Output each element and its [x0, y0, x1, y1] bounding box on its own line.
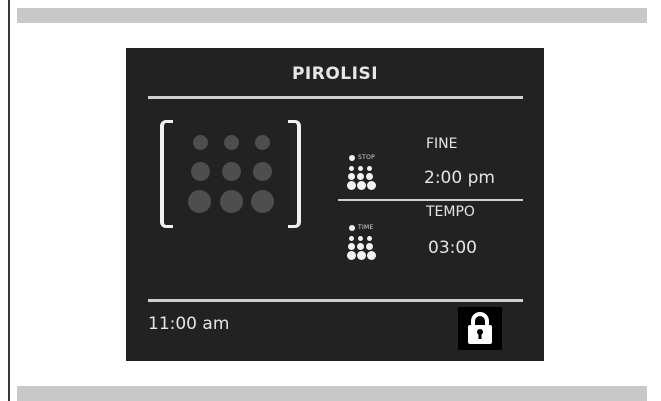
indicator-dot	[349, 155, 355, 161]
time-dot	[367, 236, 372, 241]
time-dot	[348, 243, 355, 250]
top-frame-bar	[17, 8, 647, 23]
left-frame-line	[8, 0, 10, 401]
program-dot	[251, 190, 274, 213]
time-dot	[367, 251, 376, 260]
stop-dot	[357, 173, 364, 180]
program-dot	[191, 162, 210, 181]
stop-dot	[366, 173, 373, 180]
title-divider	[148, 96, 523, 99]
stop-indicator-label: STOP	[358, 154, 376, 161]
program-dot	[253, 162, 272, 181]
padlock-icon[interactable]	[458, 307, 502, 350]
stop-dot	[358, 166, 363, 171]
end-time-value[interactable]: 2:00 pm	[424, 168, 495, 188]
program-dot	[255, 135, 270, 150]
time-dot	[357, 243, 364, 250]
program-dot	[220, 190, 243, 213]
time-dot	[357, 251, 366, 260]
stop-dot	[357, 181, 366, 190]
oven-display-panel: PIROLISI STOP FINE 2:00 pm TIME TEMPO 03…	[126, 48, 544, 361]
program-dot	[193, 135, 208, 150]
left-bracket	[160, 120, 173, 228]
stop-dot	[347, 181, 356, 190]
footer-divider	[148, 299, 523, 302]
stop-dot	[367, 181, 376, 190]
duration-value[interactable]: 03:00	[428, 238, 477, 258]
time-dot	[358, 236, 363, 241]
duration-icon[interactable]: TIME	[346, 222, 386, 262]
program-title: PIROLISI	[291, 64, 379, 84]
padlock-glyph	[468, 312, 492, 344]
time-dot	[349, 236, 354, 241]
stop-time-icon[interactable]: STOP	[346, 152, 386, 192]
program-dot	[188, 190, 211, 213]
bottom-frame-bar	[17, 386, 647, 401]
time-indicator-label: TIME	[358, 224, 374, 231]
current-time: 11:00 am	[148, 314, 230, 334]
stop-dot	[367, 166, 372, 171]
time-dot	[347, 251, 356, 260]
end-time-label: FINE	[426, 136, 458, 152]
program-dot	[224, 135, 239, 150]
indicator-dot	[349, 225, 355, 231]
program-dot	[222, 162, 241, 181]
right-bracket	[288, 120, 301, 228]
duration-label: TEMPO	[426, 204, 475, 220]
stop-dot	[349, 166, 354, 171]
time-dot	[366, 243, 373, 250]
info-divider	[338, 199, 523, 201]
stop-dot	[348, 173, 355, 180]
